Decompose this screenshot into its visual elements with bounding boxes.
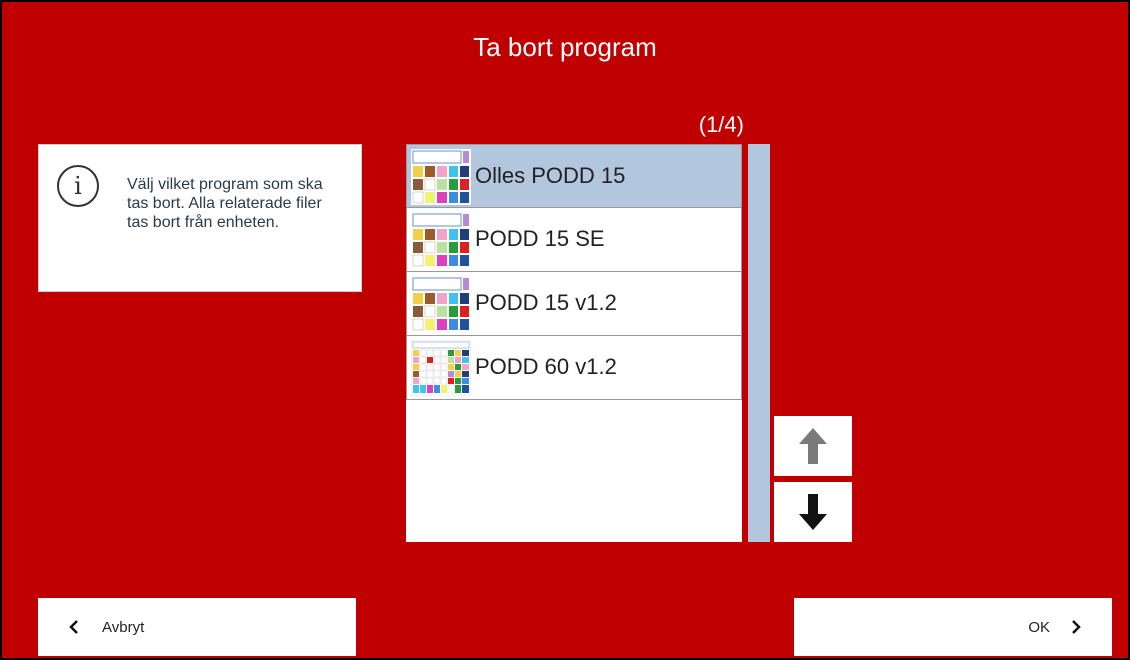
list-item[interactable]: PODD 15 v1.2	[406, 272, 742, 336]
scroll-down-button[interactable]	[774, 482, 852, 542]
list-item-label: PODD 15 SE	[475, 226, 605, 251]
page-title: Ta bort program	[473, 32, 657, 62]
list-item-label: Olles PODD 15	[475, 163, 626, 188]
list-item[interactable]: PODD 60 v1.2	[406, 336, 742, 400]
info-text: Välj vilket program som ska tas bort. Al…	[127, 176, 323, 231]
cancel-button-label: Avbryt	[102, 618, 145, 636]
program-thumbnail-icon	[411, 276, 471, 332]
chevron-left-icon	[69, 620, 78, 634]
info-icon: i	[57, 165, 99, 207]
ok-button-label: OK	[1028, 618, 1050, 636]
list-item[interactable]: Olles PODD 15	[406, 144, 742, 208]
list-item-label: PODD 15 v1.2	[475, 290, 617, 315]
page-counter: (1/4)	[698, 112, 744, 137]
ok-button[interactable]: OK	[794, 598, 1112, 656]
cancel-button[interactable]: Avbryt	[38, 598, 356, 656]
scroll-up-button[interactable]	[774, 416, 852, 476]
info-panel: i Välj vilket program som ska tas bort. …	[38, 144, 362, 292]
arrow-up-icon	[799, 428, 827, 464]
app-window: Ta bort program i Välj vilket program so…	[0, 0, 1130, 660]
scrollbar[interactable]	[748, 144, 770, 542]
list-item-label: PODD 60 v1.2	[475, 354, 617, 379]
chevron-right-icon	[1072, 620, 1081, 634]
arrow-down-icon	[799, 494, 827, 530]
program-list: Olles PODD 15 PODD 15 SE PODD 15 v1.2 PO…	[406, 144, 742, 542]
program-thumbnail-icon	[411, 340, 471, 396]
list-item[interactable]: PODD 15 SE	[406, 208, 742, 272]
program-thumbnail-icon	[411, 149, 471, 205]
program-thumbnail-icon	[411, 212, 471, 268]
